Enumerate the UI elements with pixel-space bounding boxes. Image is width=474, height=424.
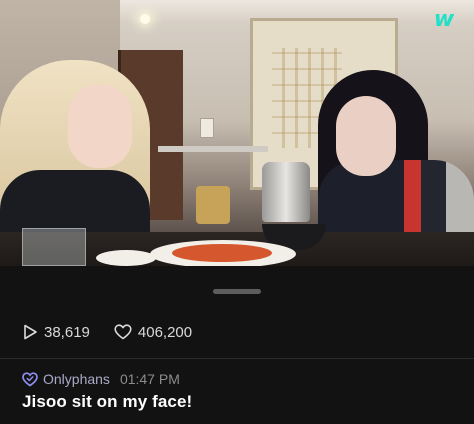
side-plate bbox=[96, 250, 156, 266]
shelf-rail bbox=[158, 146, 268, 152]
post-stats: 38,619 406,200 bbox=[22, 320, 216, 344]
divider bbox=[0, 358, 474, 359]
post-meta: Onlyphans 01:47 PM bbox=[22, 369, 180, 389]
pasta bbox=[172, 244, 272, 262]
person-left-face bbox=[68, 84, 132, 168]
plays-count: 38,619 bbox=[44, 323, 90, 341]
likes-count: 406,200 bbox=[137, 323, 193, 341]
light-switch bbox=[200, 118, 214, 138]
pot bbox=[196, 186, 230, 224]
play-icon bbox=[24, 324, 37, 340]
verified-heart-icon bbox=[22, 371, 38, 387]
drag-handle[interactable] bbox=[213, 289, 261, 294]
weverse-logo: w bbox=[433, 7, 455, 32]
ceiling-light bbox=[140, 14, 150, 24]
person-right-face bbox=[336, 96, 396, 176]
post-text: Jisoo sit on my face! bbox=[22, 392, 193, 411]
kettle bbox=[262, 162, 310, 222]
author-name[interactable]: Onlyphans bbox=[43, 371, 110, 387]
heart-icon[interactable] bbox=[114, 324, 132, 340]
likes-stat[interactable]: 406,200 bbox=[114, 324, 192, 341]
glass bbox=[22, 228, 86, 266]
plays-stat: 38,619 bbox=[22, 324, 90, 341]
post-time: 01:47 PM bbox=[119, 371, 180, 387]
video-player[interactable]: w bbox=[0, 0, 474, 266]
